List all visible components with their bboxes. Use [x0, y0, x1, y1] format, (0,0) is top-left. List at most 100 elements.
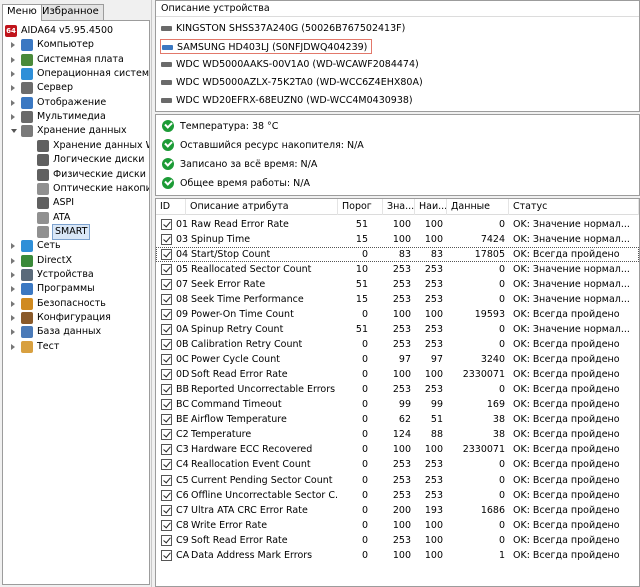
smart-row[interactable]: 04 Start/Stop Count 0 83 83 17805 OK: Всегда п… — [156, 247, 639, 263]
tree-item[interactable]: Отображение — [3, 96, 149, 110]
expand-arrow-icon[interactable] — [11, 257, 15, 264]
row-checkbox[interactable] — [161, 369, 172, 381]
smart-row[interactable]: 07 Seek Error Rate 51 253 253 0 OK: Значение н… — [156, 277, 639, 292]
smart-row[interactable]: CA Data Address Mark Errors 0 100 100 1 OK: Вс… — [156, 548, 639, 563]
expand-arrow-icon[interactable] — [11, 243, 15, 250]
smart-row[interactable]: 0A Spinup Retry Count 51 253 253 0 OK: Значени… — [156, 322, 639, 337]
row-checkbox[interactable] — [161, 309, 172, 321]
row-checkbox[interactable] — [161, 459, 172, 471]
smart-row[interactable]: C8 Write Error Rate 0 100 100 0 OK: Всегда про… — [156, 518, 639, 533]
smart-row[interactable]: 01 Raw Read Error Rate 51 100 100 0 OK: Значен… — [156, 217, 639, 232]
expand-arrow-icon[interactable] — [11, 271, 15, 278]
row-checkbox[interactable] — [161, 279, 172, 291]
row-checkbox[interactable] — [161, 249, 172, 261]
tree-item[interactable]: Безопасность — [3, 297, 149, 311]
col-id-header[interactable]: ID — [156, 199, 186, 215]
device-item[interactable]: WDC WD20EFRX-68EUZN0 (WD-WCC4M0430938) — [160, 93, 413, 108]
smart-row[interactable]: 05 Reallocated Sector Count 10 253 253 0 OK: З… — [156, 262, 639, 277]
device-item[interactable]: WDC WD5000AZLX-75K2TA0 (WD-WCC6Z4EHX80A) — [160, 75, 423, 90]
smart-row[interactable]: BE Airflow Temperature 0 62 51 38 OK: Всегда п… — [156, 412, 639, 427]
smart-row[interactable]: C5 Current Pending Sector Count 0 253 253 0 OK… — [156, 473, 639, 488]
tree-item[interactable]: Устройства — [3, 268, 149, 282]
row-checkbox[interactable] — [161, 219, 172, 230]
tree-item[interactable]: Тест — [3, 340, 149, 354]
tree-item[interactable]: DirectX — [3, 254, 149, 268]
row-checkbox[interactable] — [161, 354, 172, 366]
smart-row[interactable]: 0B Calibration Retry Count 0 253 253 0 OK: Все… — [156, 337, 639, 352]
tree-item[interactable]: Логические диски — [3, 153, 149, 167]
tree-item[interactable]: Хранение данных — [3, 124, 149, 138]
row-checkbox[interactable] — [161, 504, 172, 516]
smart-row[interactable]: C6 Offline Uncorrectable Sector C... 0 253 2… — [156, 488, 639, 503]
tree-item[interactable]: Мультимедиа — [3, 110, 149, 124]
expand-arrow-icon[interactable] — [11, 71, 15, 78]
tree-item[interactable]: Программы — [3, 282, 149, 296]
expand-arrow-icon[interactable] — [11, 85, 15, 92]
expand-arrow-icon[interactable] — [11, 99, 15, 106]
col-worst-header[interactable]: Наи... — [415, 199, 447, 215]
tree-item[interactable]: Хранение данных Win — [3, 139, 149, 153]
tree-item[interactable]: Физические диски — [3, 168, 149, 182]
col-status-header[interactable]: Статус — [509, 199, 639, 215]
col-threshold-header[interactable]: Порог — [338, 199, 383, 215]
smart-row[interactable]: C3 Hardware ECC Recovered 0 100 100 2330071 OK… — [156, 442, 639, 457]
smart-row[interactable]: 0C Power Cycle Count 0 97 97 3240 OK: Всегда п… — [156, 352, 639, 367]
expand-arrow-icon[interactable] — [11, 42, 15, 49]
expand-arrow-icon[interactable] — [11, 114, 15, 121]
tree-item[interactable]: Сервер — [3, 81, 149, 95]
tree-item[interactable]: Оптические накопите — [3, 182, 149, 196]
expand-arrow-icon[interactable] — [11, 315, 15, 321]
smart-row[interactable]: BC Command Timeout 0 99 99 169 OK: Всегда прой… — [156, 397, 639, 412]
expand-arrow-icon[interactable] — [11, 329, 15, 336]
row-checkbox[interactable] — [161, 534, 172, 546]
tab-favorites[interactable]: Избранное — [37, 4, 104, 20]
device-item[interactable]: KINGSTON SHSS37A240G (50026B767502413F) — [160, 21, 405, 36]
row-checkbox[interactable] — [161, 324, 172, 336]
smart-row[interactable]: C9 Soft Read Error Rate 0 253 100 0 OK: Всегда… — [156, 533, 639, 548]
device-list-header[interactable]: Описание устройства — [156, 1, 639, 17]
col-data-header[interactable]: Данные — [447, 199, 509, 215]
smart-row[interactable]: 03 Spinup Time 15 100 100 7424 OK: Значение но… — [156, 232, 639, 247]
collapse-arrow-icon[interactable] — [11, 129, 17, 134]
row-checkbox[interactable] — [161, 444, 172, 456]
row-checkbox[interactable] — [161, 384, 172, 396]
smart-row[interactable]: C2 Temperature 0 124 88 38 OK: Всегда пройдено — [156, 427, 639, 442]
tree-item[interactable]: Конфигурация — [3, 311, 149, 325]
expand-arrow-icon[interactable] — [11, 300, 15, 307]
row-checkbox[interactable] — [161, 294, 172, 306]
tree-item[interactable]: База данных — [3, 325, 149, 339]
tree-item[interactable]: 64 AIDA64 v5.95.4500 — [3, 24, 149, 38]
smart-row[interactable]: 08 Seek Time Performance 15 253 253 0 OK: Знач… — [156, 292, 639, 307]
tree-item[interactable]: ATA — [3, 211, 149, 225]
row-checkbox[interactable] — [161, 474, 172, 486]
col-worst-cell: 100 — [424, 369, 443, 381]
tree-item[interactable]: ASPI — [3, 196, 149, 210]
tree-item[interactable]: Компьютер — [3, 38, 149, 52]
device-item[interactable]: SAMSUNG HD403LJ (S0NFJDWQ404239) — [160, 39, 373, 54]
tab-menu[interactable]: Меню — [2, 4, 42, 21]
tree-item[interactable]: Сеть — [3, 239, 149, 253]
device-item[interactable]: WDC WD5000AAKS-00V1A0 (WD-WCAWF2084474) — [160, 57, 419, 72]
row-checkbox[interactable] — [161, 489, 172, 501]
tree-item[interactable]: SMART — [3, 223, 149, 240]
smart-row[interactable]: 09 Power-On Time Count 0 100 100 19593 OK: Все… — [156, 307, 639, 322]
row-checkbox[interactable] — [161, 549, 172, 561]
expand-arrow-icon[interactable] — [11, 286, 15, 293]
tree-item[interactable]: Системная плата — [3, 53, 149, 67]
col-attribute-header[interactable]: Описание атрибута — [186, 199, 338, 215]
expand-arrow-icon[interactable] — [11, 343, 15, 350]
row-checkbox[interactable] — [161, 399, 172, 411]
row-checkbox[interactable] — [161, 519, 172, 531]
tree-item[interactable]: Операционная система — [3, 67, 149, 81]
smart-row[interactable]: C7 Ultra ATA CRC Error Rate 0 200 193 1686 OK:… — [156, 503, 639, 518]
row-checkbox[interactable] — [161, 414, 172, 426]
row-checkbox[interactable] — [161, 234, 172, 246]
row-checkbox[interactable] — [161, 264, 172, 276]
smart-row[interactable]: C4 Reallocation Event Count 0 253 253 0 OK: Вс… — [156, 457, 639, 472]
row-checkbox[interactable] — [161, 339, 172, 351]
smart-row[interactable]: 0D Soft Read Error Rate 0 100 100 2330071 OK: … — [156, 367, 639, 382]
col-value-header[interactable]: Зна... — [383, 199, 415, 215]
smart-row[interactable]: BB Reported Uncorrectable Errors 0 253 253 0 O… — [156, 382, 639, 397]
row-checkbox[interactable] — [161, 429, 172, 441]
expand-arrow-icon[interactable] — [11, 56, 15, 63]
